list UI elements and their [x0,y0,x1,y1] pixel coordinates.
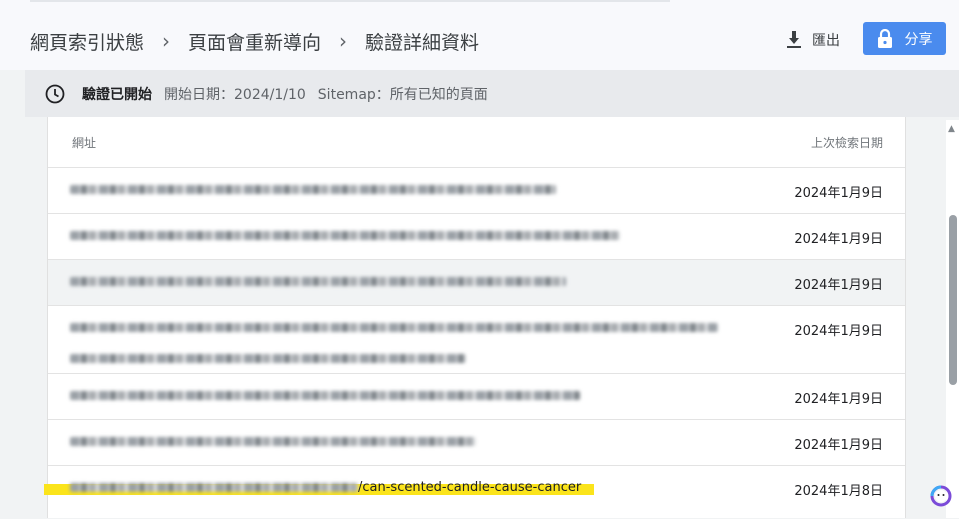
row-date: 2024年1月9日 [794,232,883,247]
chevron-right-icon: › [339,29,348,53]
table-row[interactable]: 2024年1月9日 [48,167,905,214]
breadcrumb-item-redirect[interactable]: 頁面會重新導向 [188,28,321,55]
export-label: 匯出 [812,33,840,49]
url-table: 網址 上次檢索日期 2024年1月9日 2024年1月9日 2024年1月9日 … [44,117,906,519]
vertical-scrollbar[interactable]: ▲ [946,120,959,518]
column-header-last-crawled[interactable]: 上次檢索日期 [811,134,883,151]
row-url [70,434,476,449]
breadcrumb: 網頁索引狀態 › 頁面會重新導向 › 驗證詳細資料 [30,27,479,55]
share-button[interactable]: 分享 [863,22,946,55]
table-row[interactable]: 2024年1月9日 [48,259,905,306]
breadcrumb-item-index-status[interactable]: 網頁索引狀態 [30,28,144,55]
row-date: 2024年1月9日 [794,438,883,453]
download-icon [787,31,801,48]
share-label: 分享 [904,31,933,48]
row-date: 2024年1月9日 [794,186,883,201]
row-date: 2024年1月9日 [794,324,883,339]
table-row[interactable]: 2024年1月9日 [48,373,905,420]
breadcrumb-item-validation-details: 驗證詳細資料 [365,31,480,54]
top-bar: 網頁索引狀態 › 頁面會重新導向 › 驗證詳細資料 匯出 分享 [0,0,959,70]
table-row[interactable]: 2024年1月9日 [48,305,905,374]
row-url-continued [70,348,466,367]
export-button[interactable]: 匯出 [786,26,840,54]
start-date: 開始日期：2024/1/10 [164,86,306,103]
chevron-right-icon: › [162,29,171,53]
row-date: 2024年1月9日 [794,392,883,407]
row-date: 2024年1月8日 [794,484,883,499]
scroll-up-icon[interactable]: ▲ [948,124,955,134]
row-url [70,388,580,403]
row-url [70,320,718,335]
scrollbar-thumb[interactable] [949,215,957,385]
table-row[interactable]: 2024年1月9日 [48,419,905,466]
validation-status-bar: 驗證已開始 開始日期：2024/1/10 Sitemap：所有已知的頁面 [25,70,959,117]
row-url: /can-scented-candle-cause-cancer [70,480,581,495]
assistant-icon[interactable] [929,484,953,508]
top-strip [30,0,670,2]
row-date: 2024年1月9日 [794,278,883,293]
table-row[interactable]: 2024年1月9日 [48,213,905,260]
validation-status: 驗證已開始 [82,86,152,103]
row-url [70,182,556,197]
sitemap-info: Sitemap：所有已知的頁面 [317,86,488,103]
table-row[interactable]: /can-scented-candle-cause-cancer 2024年1月… [44,465,905,519]
row-url [70,228,620,243]
clock-icon [45,84,65,104]
lock-icon [877,28,892,48]
row-url [70,274,566,289]
table-header: 網址 上次檢索日期 [48,117,905,167]
column-header-url[interactable]: 網址 [72,134,96,151]
